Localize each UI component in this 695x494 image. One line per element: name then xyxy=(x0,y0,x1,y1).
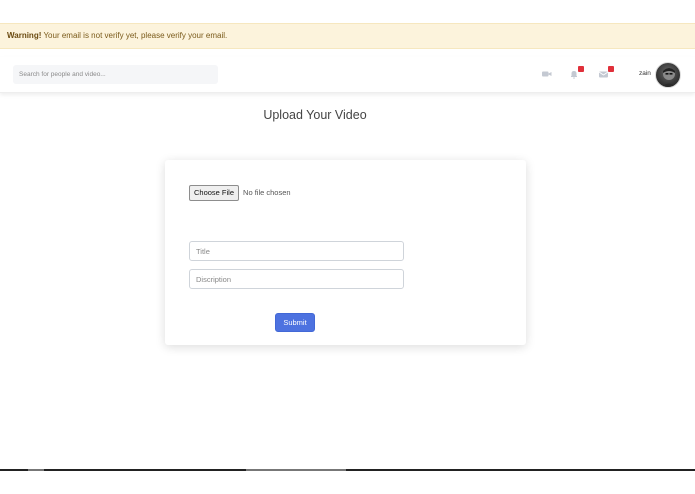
message-badge xyxy=(608,66,614,72)
video-camera-icon[interactable] xyxy=(541,69,553,79)
avatar[interactable] xyxy=(655,62,681,88)
top-navbar: zain xyxy=(0,57,695,93)
notification-badge xyxy=(578,66,584,72)
warning-message: Your email is not verify yet, please ver… xyxy=(41,31,228,40)
warning-label: Warning! xyxy=(7,31,42,40)
page-title: Upload Your Video xyxy=(263,108,367,122)
file-status-text: No file chosen xyxy=(243,188,291,197)
divider-segment xyxy=(28,469,44,471)
choose-file-button[interactable]: Choose File xyxy=(189,184,240,201)
description-input[interactable] xyxy=(189,269,404,289)
username-label[interactable]: zain xyxy=(639,70,651,77)
mail-icon[interactable] xyxy=(598,66,614,79)
bell-icon[interactable] xyxy=(568,66,584,79)
search-input[interactable] xyxy=(13,65,218,84)
submit-button[interactable]: Submit xyxy=(275,313,315,332)
title-input[interactable] xyxy=(189,241,404,261)
upload-form-card: Choose File No file chosen Submit xyxy=(165,160,526,345)
email-warning-banner: Warning! Your email is not verify yet, p… xyxy=(0,23,695,49)
divider-segment xyxy=(246,469,346,471)
file-picker: Choose File No file chosen xyxy=(189,184,291,201)
bottom-divider xyxy=(0,469,695,471)
